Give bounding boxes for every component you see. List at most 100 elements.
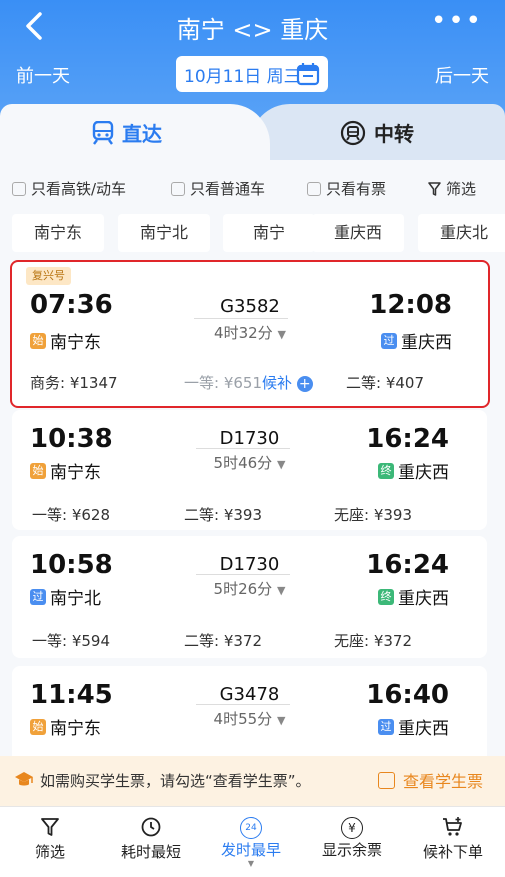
price-no-seat: 无座: ¥372 xyxy=(334,632,412,650)
caret-down-icon: ▼ xyxy=(276,714,286,727)
station-chips: 南宁东 南宁北 南宁 重庆西 重庆北 xyxy=(0,214,505,254)
price-no-seat: 无座: ¥393 xyxy=(334,506,412,524)
waitlist-link[interactable]: 候补 xyxy=(262,374,292,392)
next-day-button[interactable]: 后一天 xyxy=(435,62,489,88)
24h-icon: 24 xyxy=(240,817,262,839)
price-first-text: 一等: ¥651 xyxy=(184,374,262,392)
nav-label: 显示余票 xyxy=(321,841,382,859)
bottom-nav-earliest[interactable]: 24 发时最早 ▼ xyxy=(206,817,296,868)
divider xyxy=(196,574,290,575)
caret-down-icon: ▼ xyxy=(276,458,286,471)
divider xyxy=(196,704,290,705)
tab-direct-label: 直达 xyxy=(122,122,162,146)
bottom-nav-waitlist[interactable]: 候补下单 xyxy=(408,817,498,862)
pass-tag: 过 xyxy=(381,332,397,349)
station-chip[interactable]: 重庆西 xyxy=(312,214,404,252)
date-picker[interactable]: 10月11日 周三 xyxy=(176,56,328,92)
tab-direct[interactable]: 直达 xyxy=(92,118,162,147)
prev-day-button[interactable]: 前一天 xyxy=(16,62,70,88)
duration-text: 5时46分 xyxy=(213,454,273,472)
arrival-station-name: 重庆西 xyxy=(398,719,449,739)
transfer-train-icon xyxy=(340,120,366,145)
nav-label: 筛选 xyxy=(34,843,65,861)
tab-transfer[interactable]: 中转 xyxy=(340,118,414,147)
filter-icon xyxy=(41,818,59,836)
price-second-class: 二等: ¥407 xyxy=(346,374,424,392)
fuxing-badge: 复兴号 xyxy=(26,267,71,285)
arrival-station-name: 重庆西 xyxy=(398,463,449,483)
caret-down-icon: ▼ xyxy=(277,328,286,341)
calendar-icon xyxy=(296,63,320,86)
divider xyxy=(194,318,288,319)
arrival-station: 终重庆西 xyxy=(378,584,449,609)
arrival-station: 过重庆西 xyxy=(378,714,449,739)
station-chip[interactable]: 重庆北 xyxy=(418,214,505,252)
arrival-time: 16:40 xyxy=(366,680,449,710)
pass-tag: 过 xyxy=(378,718,394,735)
filter-label: 只看普通车 xyxy=(190,180,266,198)
bottom-nav-shortest[interactable]: 耗时最短 xyxy=(106,817,196,862)
cart-plus-icon xyxy=(443,817,462,836)
arrival-station-name: 重庆西 xyxy=(398,589,449,609)
notice-text: 如需购买学生票，请勾选“查看学生票”。 xyxy=(40,772,311,790)
divider xyxy=(196,448,290,449)
train-card-selected[interactable]: 复兴号 07:36 始南宁东 G3582 4时32分 ▼ 12:08 过重庆西 … xyxy=(10,260,490,408)
checkbox[interactable] xyxy=(307,181,321,196)
arrival-station: 终重庆西 xyxy=(378,458,449,483)
filter-icon xyxy=(428,181,441,196)
price-business: 商务: ¥1347 xyxy=(30,374,118,392)
filter-label: 只看有票 xyxy=(326,180,387,198)
filter-label: 只看高铁/动车 xyxy=(31,180,127,198)
terminal-tag: 终 xyxy=(378,462,394,479)
duration-text: 4时32分 xyxy=(214,324,273,342)
price-first-class: 一等: ¥594 xyxy=(32,632,110,650)
filter-bar: 只看高铁/动车 只看普通车 只看有票 筛选 xyxy=(0,172,505,202)
station-chip[interactable]: 南宁 xyxy=(223,214,315,252)
train-icon xyxy=(92,120,114,145)
active-indicator-icon: ▼ xyxy=(247,859,255,868)
route-tabs: 直达 中转 xyxy=(0,104,505,160)
arrival-time: 12:08 xyxy=(369,290,452,320)
train-card[interactable]: 11:45 始南宁东 G3478 4时55分 ▼ 16:40 过重庆西 xyxy=(12,666,487,756)
bottom-nav: 筛选 耗时最短 24 发时最早 ▼ ¥ 显示余票 候补下单 xyxy=(0,806,505,877)
checkbox[interactable] xyxy=(378,771,395,789)
date-label: 10月11日 周三 xyxy=(184,66,301,87)
tab-transfer-label: 中转 xyxy=(374,122,414,146)
train-card[interactable]: 10:58 过南宁北 D1730 5时26分 ▼ 16:24 终重庆西 一等: … xyxy=(12,536,487,658)
duration-text: 4时55分 xyxy=(213,710,273,728)
filter-gaotie[interactable]: 只看高铁/动车 xyxy=(12,178,126,199)
plus-icon[interactable]: + xyxy=(296,375,313,392)
bottom-nav-remaining[interactable]: ¥ 显示余票 xyxy=(307,817,397,860)
route-title: 南宁 <> 重庆 xyxy=(176,16,329,44)
arrival-time: 16:24 xyxy=(366,424,449,454)
more-menu-icon[interactable]: ••• xyxy=(431,6,483,36)
nav-label: 候补下单 xyxy=(422,843,483,861)
arrival-station: 过重庆西 xyxy=(381,328,452,353)
filter-youpiao[interactable]: 只看有票 xyxy=(307,178,386,199)
caret-down-icon: ▼ xyxy=(276,584,286,597)
filter-putong[interactable]: 只看普通车 xyxy=(171,178,265,199)
bottom-nav-filter[interactable]: 筛选 xyxy=(5,817,95,862)
station-chip[interactable]: 南宁北 xyxy=(118,214,210,252)
station-chip[interactable]: 南宁东 xyxy=(12,214,104,252)
price-first-class: 一等: ¥651候补 + xyxy=(184,372,313,393)
train-card[interactable]: 10:38 始南宁东 D1730 5时46分 ▼ 16:24 终重庆西 一等: … xyxy=(12,410,487,530)
nav-label: 耗时最短 xyxy=(120,843,181,861)
student-ticket-checkbox[interactable]: 查看学生票 xyxy=(378,768,483,792)
arrival-time: 16:24 xyxy=(366,550,449,580)
checkbox[interactable] xyxy=(171,181,185,196)
duration-text: 5时26分 xyxy=(213,580,273,598)
price-second-class: 二等: ¥372 xyxy=(184,632,262,650)
filter-button[interactable]: 筛选 xyxy=(428,178,476,199)
student-ticket-notice: 如需购买学生票，请勾选“查看学生票”。 查看学生票 xyxy=(0,756,505,806)
student-ticket-label: 查看学生票 xyxy=(403,772,484,791)
terminal-tag: 终 xyxy=(378,588,394,605)
yen-icon: ¥ xyxy=(341,817,363,839)
checkbox[interactable] xyxy=(12,181,26,196)
graduation-cap-icon xyxy=(15,772,33,786)
price-second-class: 二等: ¥393 xyxy=(184,506,262,524)
clock-icon xyxy=(141,817,161,837)
arrival-station-name: 重庆西 xyxy=(401,333,452,353)
filter-label: 筛选 xyxy=(446,180,477,198)
price-first-class: 一等: ¥628 xyxy=(32,506,110,524)
